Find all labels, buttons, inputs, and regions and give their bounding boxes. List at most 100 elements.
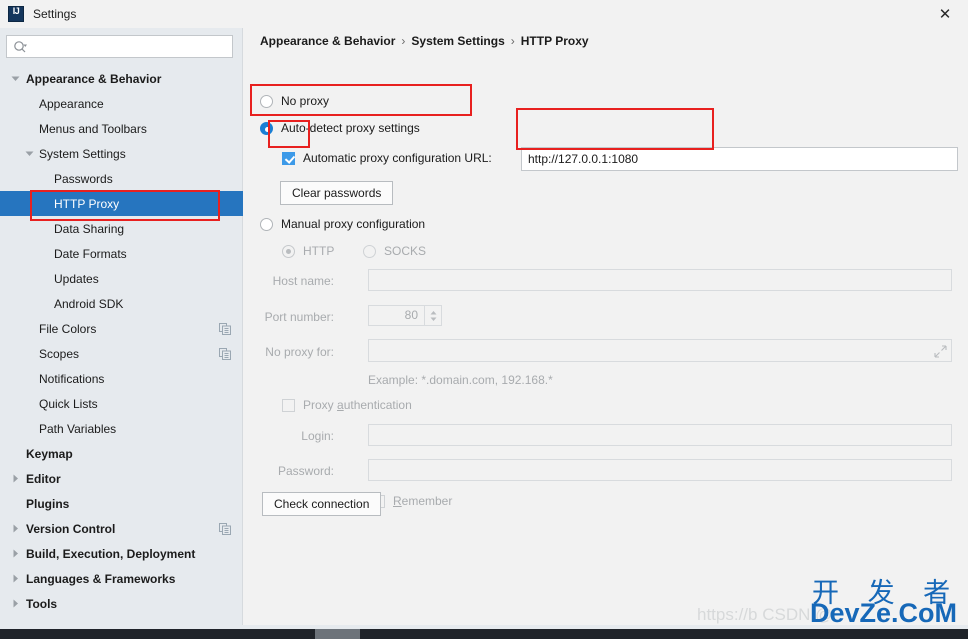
- password-label: Password:: [277, 464, 334, 478]
- no-proxy-radio-row[interactable]: No proxy: [260, 94, 329, 108]
- sidebar-item-label: Scopes: [39, 346, 80, 361]
- sidebar-item-appearance-behavior[interactable]: Appearance & Behavior: [0, 66, 243, 91]
- login-label: Login:: [301, 429, 334, 443]
- sidebar-item-label: Plugins: [26, 496, 70, 511]
- host-name-input: [368, 269, 952, 291]
- sidebar-item-label: Notifications: [39, 371, 105, 386]
- auto-config-checkbox-row[interactable]: Automatic proxy configuration URL:: [282, 151, 492, 165]
- sidebar-item-scopes[interactable]: Scopes: [0, 341, 243, 366]
- sidebar-item-label: Appearance & Behavior: [26, 71, 162, 86]
- sidebar-item-notifications[interactable]: Notifications: [0, 366, 243, 391]
- manual-proxy-label: Manual proxy configuration: [281, 217, 426, 231]
- host-name-label: Host name:: [272, 274, 334, 288]
- sidebar-item-version-control[interactable]: Version Control: [0, 516, 243, 541]
- taskbar: [0, 629, 968, 639]
- clear-passwords-button[interactable]: Clear passwords: [280, 181, 394, 205]
- manual-proxy-radio-row[interactable]: Manual proxy configuration: [260, 217, 425, 231]
- sidebar-item-label: Build, Execution, Deployment: [26, 546, 196, 561]
- http-radio-row: HTTP: [282, 244, 334, 258]
- intellij-idea-icon: [8, 6, 24, 22]
- remember-label: Remember: [393, 494, 453, 508]
- check-connection-button[interactable]: Check connection: [262, 492, 382, 516]
- copy-icon[interactable]: [219, 348, 231, 360]
- breadcrumb-part-3: HTTP Proxy: [520, 34, 589, 48]
- chevron-down-icon[interactable]: [10, 73, 21, 84]
- socks-radio-row: SOCKS: [363, 244, 426, 258]
- port-number-spinner-buttons: [424, 306, 441, 325]
- auto-detect-radio-row[interactable]: Auto-detect proxy settings: [260, 121, 420, 135]
- search-input[interactable]: [33, 36, 229, 57]
- sidebar-item-plugins[interactable]: Plugins: [0, 491, 243, 516]
- sidebar-item-label: System Settings: [39, 146, 126, 161]
- auto-config-url-input[interactable]: [521, 147, 958, 171]
- sidebar-item-label: Languages & Frameworks: [26, 571, 176, 586]
- sidebar-item-appearance[interactable]: Appearance: [0, 91, 243, 116]
- auto-config-checkbox[interactable]: [282, 151, 295, 165]
- settings-sidebar: Appearance & Behavior Appearance Menus and…: [0, 28, 243, 625]
- auto-detect-radio[interactable]: [260, 121, 273, 135]
- copy-icon[interactable]: [219, 323, 231, 335]
- sidebar-item-tools[interactable]: Tools: [0, 591, 243, 616]
- sidebar-item-label: Passwords: [54, 171, 113, 186]
- search-icon: [13, 40, 28, 55]
- sidebar-item-label: Editor: [26, 471, 61, 486]
- sidebar-item-system-settings[interactable]: System Settings: [0, 141, 243, 166]
- proxy-auth-checkbox: [282, 398, 295, 412]
- window-title: Settings: [33, 7, 77, 21]
- no-proxy-radio[interactable]: [260, 94, 273, 108]
- sidebar-item-build-execution-deployment[interactable]: Build, Execution, Deployment: [0, 541, 243, 566]
- breadcrumb: Appearance & Behavior › System Settings › HT…: [260, 34, 589, 48]
- title-bar: Settings ✕: [0, 0, 968, 28]
- sidebar-item-label: Data Sharing: [54, 221, 125, 236]
- sidebar-item-menus-and-toolbars[interactable]: Menus and Toolbars: [0, 116, 243, 141]
- sidebar-item-label: Quick Lists: [39, 396, 98, 411]
- sidebar-item-label: HTTP Proxy: [54, 196, 120, 211]
- breadcrumb-separator-2: ›: [510, 34, 515, 48]
- sidebar-item-data-sharing[interactable]: Data Sharing: [0, 216, 243, 241]
- close-icon[interactable]: ✕: [922, 0, 968, 28]
- search-box[interactable]: [6, 35, 233, 58]
- sidebar-item-label: Keymap: [26, 446, 73, 461]
- breadcrumb-separator-1: ›: [401, 34, 406, 48]
- sidebar-item-android-sdk[interactable]: Android SDK: [0, 291, 243, 316]
- socks-label: SOCKS: [384, 244, 427, 258]
- sidebar-item-languages-frameworks[interactable]: Languages & Frameworks: [0, 566, 243, 591]
- sidebar-item-keymap[interactable]: Keymap: [0, 441, 243, 466]
- chevron-right-icon[interactable]: [10, 598, 21, 609]
- sidebar-item-http-proxy[interactable]: HTTP Proxy: [0, 191, 243, 216]
- sidebar-item-label: Tools: [26, 596, 58, 611]
- proxy-auth-checkbox-row: Proxy authentication: [282, 398, 412, 412]
- port-number-label: Port number:: [264, 310, 334, 324]
- sidebar-item-file-colors[interactable]: File Colors: [0, 316, 243, 341]
- auto-detect-label: Auto-detect proxy settings: [281, 121, 420, 135]
- chevron-down-icon[interactable]: [24, 148, 35, 159]
- chevron-right-icon[interactable]: [10, 473, 21, 484]
- breadcrumb-part-1[interactable]: Appearance & Behavior: [260, 34, 395, 48]
- chevron-right-icon[interactable]: [10, 523, 21, 534]
- port-number-value: 80: [404, 308, 418, 322]
- taskbar-active-item[interactable]: [315, 629, 360, 639]
- sidebar-item-path-variables[interactable]: Path Variables: [0, 416, 243, 441]
- sidebar-item-date-formats[interactable]: Date Formats: [0, 241, 243, 266]
- breadcrumb-part-2[interactable]: System Settings: [411, 34, 504, 48]
- sidebar-item-passwords[interactable]: Passwords: [0, 166, 243, 191]
- sidebar-item-editor[interactable]: Editor: [0, 466, 243, 491]
- sidebar-item-updates[interactable]: Updates: [0, 266, 243, 291]
- sidebar-item-label: File Colors: [39, 321, 97, 336]
- port-number-stepper: 80: [368, 305, 442, 326]
- settings-tree: Appearance & Behavior Appearance Menus and…: [0, 66, 243, 625]
- http-proxy-panel: Appearance & Behavior › System Settings › HT…: [244, 28, 968, 625]
- sidebar-item-quick-lists[interactable]: Quick Lists: [0, 391, 243, 416]
- no-proxy-label: No proxy: [281, 94, 330, 108]
- copy-icon[interactable]: [219, 523, 231, 535]
- socks-radio: [363, 244, 376, 258]
- sidebar-item-label: Appearance: [39, 96, 104, 111]
- sidebar-item-label: Android SDK: [54, 296, 124, 311]
- settings-dialog: Settings ✕ Appearance & BehaviorAppearan…: [0, 0, 968, 639]
- chevron-right-icon[interactable]: [10, 573, 21, 584]
- login-input: [368, 424, 952, 446]
- manual-proxy-radio[interactable]: [260, 217, 273, 231]
- example-hint: Example: *.domain.com, 192.168.*: [368, 373, 553, 387]
- spinner-arrows-icon: [430, 310, 436, 321]
- chevron-right-icon[interactable]: [10, 548, 21, 559]
